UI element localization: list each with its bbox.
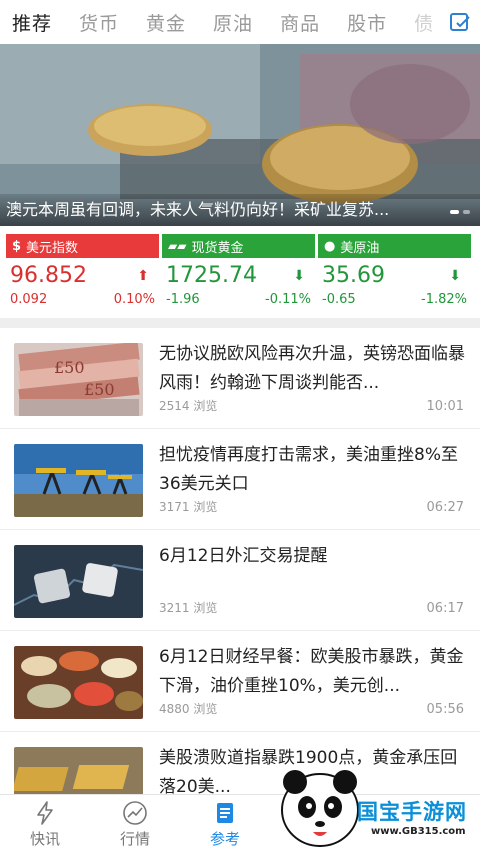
news-thumbnail-food-table bbox=[14, 646, 143, 719]
section-divider bbox=[0, 318, 480, 328]
pager-dot-active bbox=[450, 210, 459, 214]
news-views: 4880 浏览 bbox=[159, 702, 218, 716]
quote-name: 美原油 bbox=[340, 240, 380, 256]
news-item[interactable]: £50 £50 无协议脱欧风险再次升温，英镑恐面临暴风雨！约翰逊下周谈判能否..… bbox=[0, 328, 480, 429]
nav-label: 快讯 bbox=[29, 830, 60, 848]
quote-change-row: -1.96 -0.11% bbox=[162, 292, 315, 307]
watermark-url: www.GB315.com bbox=[371, 826, 466, 837]
app-screen: 推荐 货币 黄金 原油 商品 股市 债 澳元本周虽有回调，未来人气料仍向好！采矿… bbox=[0, 0, 480, 853]
quote-change: -1.96 bbox=[166, 292, 200, 307]
news-title: 无协议脱欧风险再次升温，英镑恐面临暴风雨！约翰逊下周谈判能否... bbox=[159, 344, 465, 393]
quote-percent: 0.10% bbox=[113, 292, 155, 307]
chart-circle-icon bbox=[123, 801, 147, 825]
news-title: 6月12日财经早餐：欧美股市暴跌，黄金下滑，油价重挫10%，美元创... bbox=[159, 647, 464, 696]
nav-label: 参考 bbox=[209, 830, 240, 848]
nav-flash-news[interactable]: 快讯 bbox=[0, 795, 90, 853]
category-tabbar: 推荐 货币 黄金 原油 商品 股市 债 bbox=[0, 0, 480, 44]
tab-stocks[interactable]: 股市 bbox=[347, 9, 387, 36]
nav-reference[interactable]: 参考 bbox=[180, 795, 270, 853]
edit-icon bbox=[450, 13, 470, 31]
news-time: 10:01 bbox=[426, 399, 464, 414]
category-tabs: 推荐 货币 黄金 原油 商品 股市 债 bbox=[0, 0, 440, 44]
nav-market[interactable]: 行情 bbox=[90, 795, 180, 853]
tab-gold[interactable]: 黄金 bbox=[146, 9, 186, 36]
news-views: 3211 浏览 bbox=[159, 601, 218, 615]
pager-dot bbox=[463, 210, 470, 214]
quote-header: $ 美元指数 bbox=[6, 234, 159, 258]
news-item[interactable]: 6月12日财经早餐：欧美股市暴跌，黄金下滑，油价重挫10%，美元创... 488… bbox=[0, 631, 480, 732]
news-views: 2514 浏览 bbox=[159, 399, 218, 413]
news-time: 05:56 bbox=[426, 702, 464, 717]
quote-change: 0.092 bbox=[10, 292, 48, 307]
tab-recommend[interactable]: 推荐 bbox=[12, 9, 52, 36]
quote-change-row: 0.092 0.10% bbox=[6, 292, 159, 307]
news-time: 06:27 bbox=[426, 500, 464, 515]
quote-price: 35.69 bbox=[322, 263, 385, 288]
quote-change-row: -0.65 -1.82% bbox=[318, 292, 471, 307]
news-thumbnail-buy-sell-dice bbox=[14, 545, 143, 618]
quote-name: 现货黄金 bbox=[191, 240, 244, 256]
quote-percent: -0.11% bbox=[265, 292, 311, 307]
quote-card-us-crude[interactable]: ● 美原油 35.69 ⬇ -0.65 -1.82% bbox=[318, 234, 471, 314]
down-arrow-icon: ⬇ bbox=[293, 268, 305, 284]
quote-price: 1725.74 bbox=[166, 263, 257, 288]
nav-label: 行情 bbox=[119, 830, 150, 848]
quote-percent: -1.82% bbox=[421, 292, 467, 307]
document-icon bbox=[217, 803, 233, 823]
quote-name: 美元指数 bbox=[26, 240, 79, 256]
svg-text:£50: £50 bbox=[54, 358, 85, 377]
edit-tabs-button[interactable] bbox=[448, 10, 472, 34]
news-thumbnail-oil-pumps bbox=[14, 444, 143, 517]
gold-bars-icon: ▰▰ bbox=[168, 239, 187, 253]
quote-header: ▰▰ 现货黄金 bbox=[162, 234, 315, 258]
up-arrow-icon: ⬆ bbox=[137, 268, 149, 284]
watermark-title: 国宝手游网 bbox=[357, 800, 467, 824]
quote-card-spot-gold[interactable]: ▰▰ 现货黄金 1725.74 ⬇ -1.96 -0.11% bbox=[162, 234, 315, 314]
banner-pager bbox=[450, 210, 470, 214]
lightning-icon bbox=[37, 801, 53, 825]
news-time: 06:17 bbox=[426, 601, 464, 616]
quote-card-usd-index[interactable]: $ 美元指数 96.852 ⬆ 0.092 0.10% bbox=[6, 234, 159, 314]
tab-bonds[interactable]: 债 bbox=[414, 9, 434, 36]
tab-commodities[interactable]: 商品 bbox=[280, 9, 320, 36]
news-thumbnail-banknotes: £50 £50 bbox=[14, 343, 143, 416]
banner-caption: 澳元本周虽有回调，未来人气料仍向好！采矿业复苏... bbox=[0, 194, 480, 226]
quote-header: ● 美原油 bbox=[318, 234, 471, 258]
tab-currency[interactable]: 货币 bbox=[79, 9, 119, 36]
featured-banner[interactable]: 澳元本周虽有回调，未来人气料仍向好！采矿业复苏... bbox=[0, 44, 480, 226]
news-views: 3171 浏览 bbox=[159, 500, 218, 514]
news-title: 6月12日外汇交易提醒 bbox=[159, 546, 328, 566]
site-watermark: 国宝手游网 www.GB315.com bbox=[275, 762, 480, 853]
news-item[interactable]: 担忧疫情再度打击需求，美油重挫8%至36美元关口 3171 浏览 06:27 bbox=[0, 429, 480, 530]
dollar-icon: $ bbox=[12, 238, 22, 254]
quote-price: 96.852 bbox=[10, 263, 87, 288]
tab-crude-oil[interactable]: 原油 bbox=[213, 9, 253, 36]
quote-change: -0.65 bbox=[322, 292, 356, 307]
news-list: £50 £50 无协议脱欧风险再次升温，英镑恐面临暴风雨！约翰逊下周谈判能否..… bbox=[0, 328, 480, 833]
oil-drop-icon: ● bbox=[324, 238, 336, 254]
market-quotes: $ 美元指数 96.852 ⬆ 0.092 0.10% ▰▰ 现货黄金 1725… bbox=[0, 234, 480, 314]
news-title: 担忧疫情再度打击需求，美油重挫8%至36美元关口 bbox=[159, 445, 458, 494]
svg-text:£50: £50 bbox=[84, 380, 115, 399]
down-arrow-icon: ⬇ bbox=[449, 268, 461, 284]
news-item[interactable]: 6月12日外汇交易提醒 3211 浏览 06:17 bbox=[0, 530, 480, 631]
